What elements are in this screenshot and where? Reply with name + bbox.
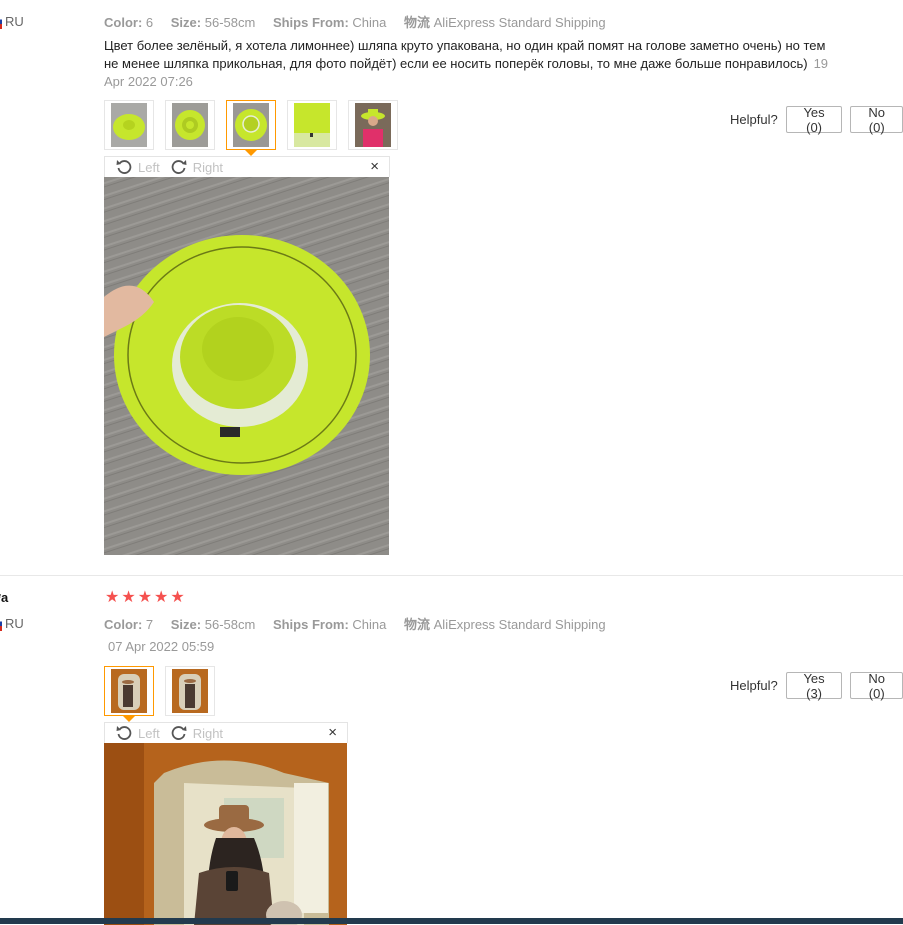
photo-thumbnail-active[interactable]	[104, 666, 154, 722]
star-rating: ★ ★ ★ ★ ★	[105, 590, 185, 606]
rotate-left-icon	[116, 160, 132, 174]
person-photo-icon	[355, 103, 391, 147]
mirror-selfie-photo-icon	[111, 669, 147, 713]
attr-key: Size:	[170, 617, 202, 632]
star-icon: ★	[137, 589, 153, 606]
russia-flag-icon	[0, 616, 2, 631]
rotate-right-icon	[171, 160, 187, 174]
helpful-yes-button[interactable]: Yes (0)	[785, 105, 843, 135]
review-attributes: Color: 6 Size: 56-58cm Ships From: China…	[104, 12, 620, 31]
attr-value: China	[352, 15, 387, 30]
reviewer-country: RU	[0, 14, 24, 29]
photo-thumbnail[interactable]	[287, 100, 337, 150]
enlarged-photo	[104, 743, 347, 925]
attr-key: 物流	[404, 617, 431, 632]
rotate-left-button[interactable]: Left	[115, 724, 160, 742]
helpful-yes-button[interactable]: Yes (3)	[785, 671, 843, 701]
rotate-left-label: Left	[138, 725, 160, 741]
rotate-right-button[interactable]: Right	[170, 724, 223, 742]
rotate-left-icon	[116, 726, 132, 740]
rotate-right-label: Right	[192, 159, 224, 175]
mirror-selfie-photo	[104, 743, 347, 925]
star-icon: ★	[154, 589, 169, 606]
helpful-vote: Helpful? Yes (3) No (0)	[730, 671, 903, 701]
rotate-right-button[interactable]: Right	[170, 158, 223, 176]
star-icon: ★	[170, 589, 185, 606]
green-hat-photo	[104, 177, 389, 555]
review-item: ★ ★ ★ ★ ★ RU Color: 6 Size: 56-58cm Ship…	[0, 0, 903, 574]
hat-photo-icon	[294, 103, 330, 147]
photo-thumbnail[interactable]	[104, 100, 154, 150]
country-code: RU	[5, 616, 24, 631]
close-viewer-button[interactable]: ×	[370, 158, 379, 175]
review-text: Цвет более зелёный, я хотела лимоннее) ш…	[104, 37, 834, 91]
photo-thumbnail-active[interactable]	[226, 100, 276, 156]
rotate-right-label: Right	[192, 725, 224, 741]
attr-key: Color:	[104, 15, 143, 30]
reviewer-name: *a	[0, 590, 9, 605]
photo-thumbnail[interactable]	[165, 100, 215, 150]
photo-thumbnails	[104, 100, 398, 156]
attr-key: Ships From:	[272, 617, 349, 632]
review-item: *a ★ ★ ★ ★ ★ RU Color: 7 Size: 56-58cm S…	[0, 575, 903, 925]
attr-key: Color:	[104, 617, 143, 632]
attr-value: 7	[145, 617, 154, 632]
helpful-vote: Helpful? Yes (0) No (0)	[730, 105, 903, 135]
rotate-left-label: Left	[138, 159, 160, 175]
attr-value: 56-58cm	[204, 617, 256, 632]
attr-value: 56-58cm	[204, 15, 256, 30]
close-viewer-button[interactable]: ×	[328, 724, 337, 741]
photo-viewer-toolbar: Left Right ×	[104, 156, 390, 177]
attr-value: AliExpress Standard Shipping	[433, 15, 606, 30]
photo-thumbnails	[104, 666, 215, 722]
helpful-label: Helpful?	[730, 112, 778, 127]
review-attributes: Color: 7 Size: 56-58cm Ships From: China…	[104, 614, 620, 633]
enlarged-photo	[104, 177, 389, 555]
star-icon: ★	[105, 589, 120, 606]
star-icon: ★	[121, 589, 136, 606]
hat-photo-icon	[111, 103, 147, 147]
rotate-right-icon	[171, 726, 187, 740]
helpful-label: Helpful?	[730, 678, 778, 693]
attr-key: 物流	[404, 15, 431, 30]
review-date: 07 Apr 2022 05:59	[108, 639, 215, 654]
helpful-no-button[interactable]: No (0)	[850, 671, 903, 701]
rotate-left-button[interactable]: Left	[115, 158, 160, 176]
review-body: Цвет более зелёный, я хотела лимоннее) ш…	[104, 38, 826, 71]
footer-bar	[0, 918, 903, 924]
country-code: RU	[5, 14, 24, 29]
attr-value: 6	[145, 15, 154, 30]
russia-flag-icon	[0, 14, 2, 29]
hat-photo-icon	[172, 103, 208, 147]
attr-value: China	[352, 617, 387, 632]
mirror-selfie-photo-icon	[172, 669, 208, 713]
photo-thumbnail[interactable]	[348, 100, 398, 150]
photo-thumbnail[interactable]	[165, 666, 215, 716]
helpful-no-button[interactable]: No (0)	[850, 105, 903, 135]
attr-value: AliExpress Standard Shipping	[433, 617, 606, 632]
hat-photo-icon	[233, 103, 269, 147]
attr-key: Size:	[170, 15, 202, 30]
photo-viewer-toolbar: Left Right ×	[104, 722, 348, 743]
attr-key: Ships From:	[272, 15, 349, 30]
reviewer-country: RU	[0, 616, 24, 631]
